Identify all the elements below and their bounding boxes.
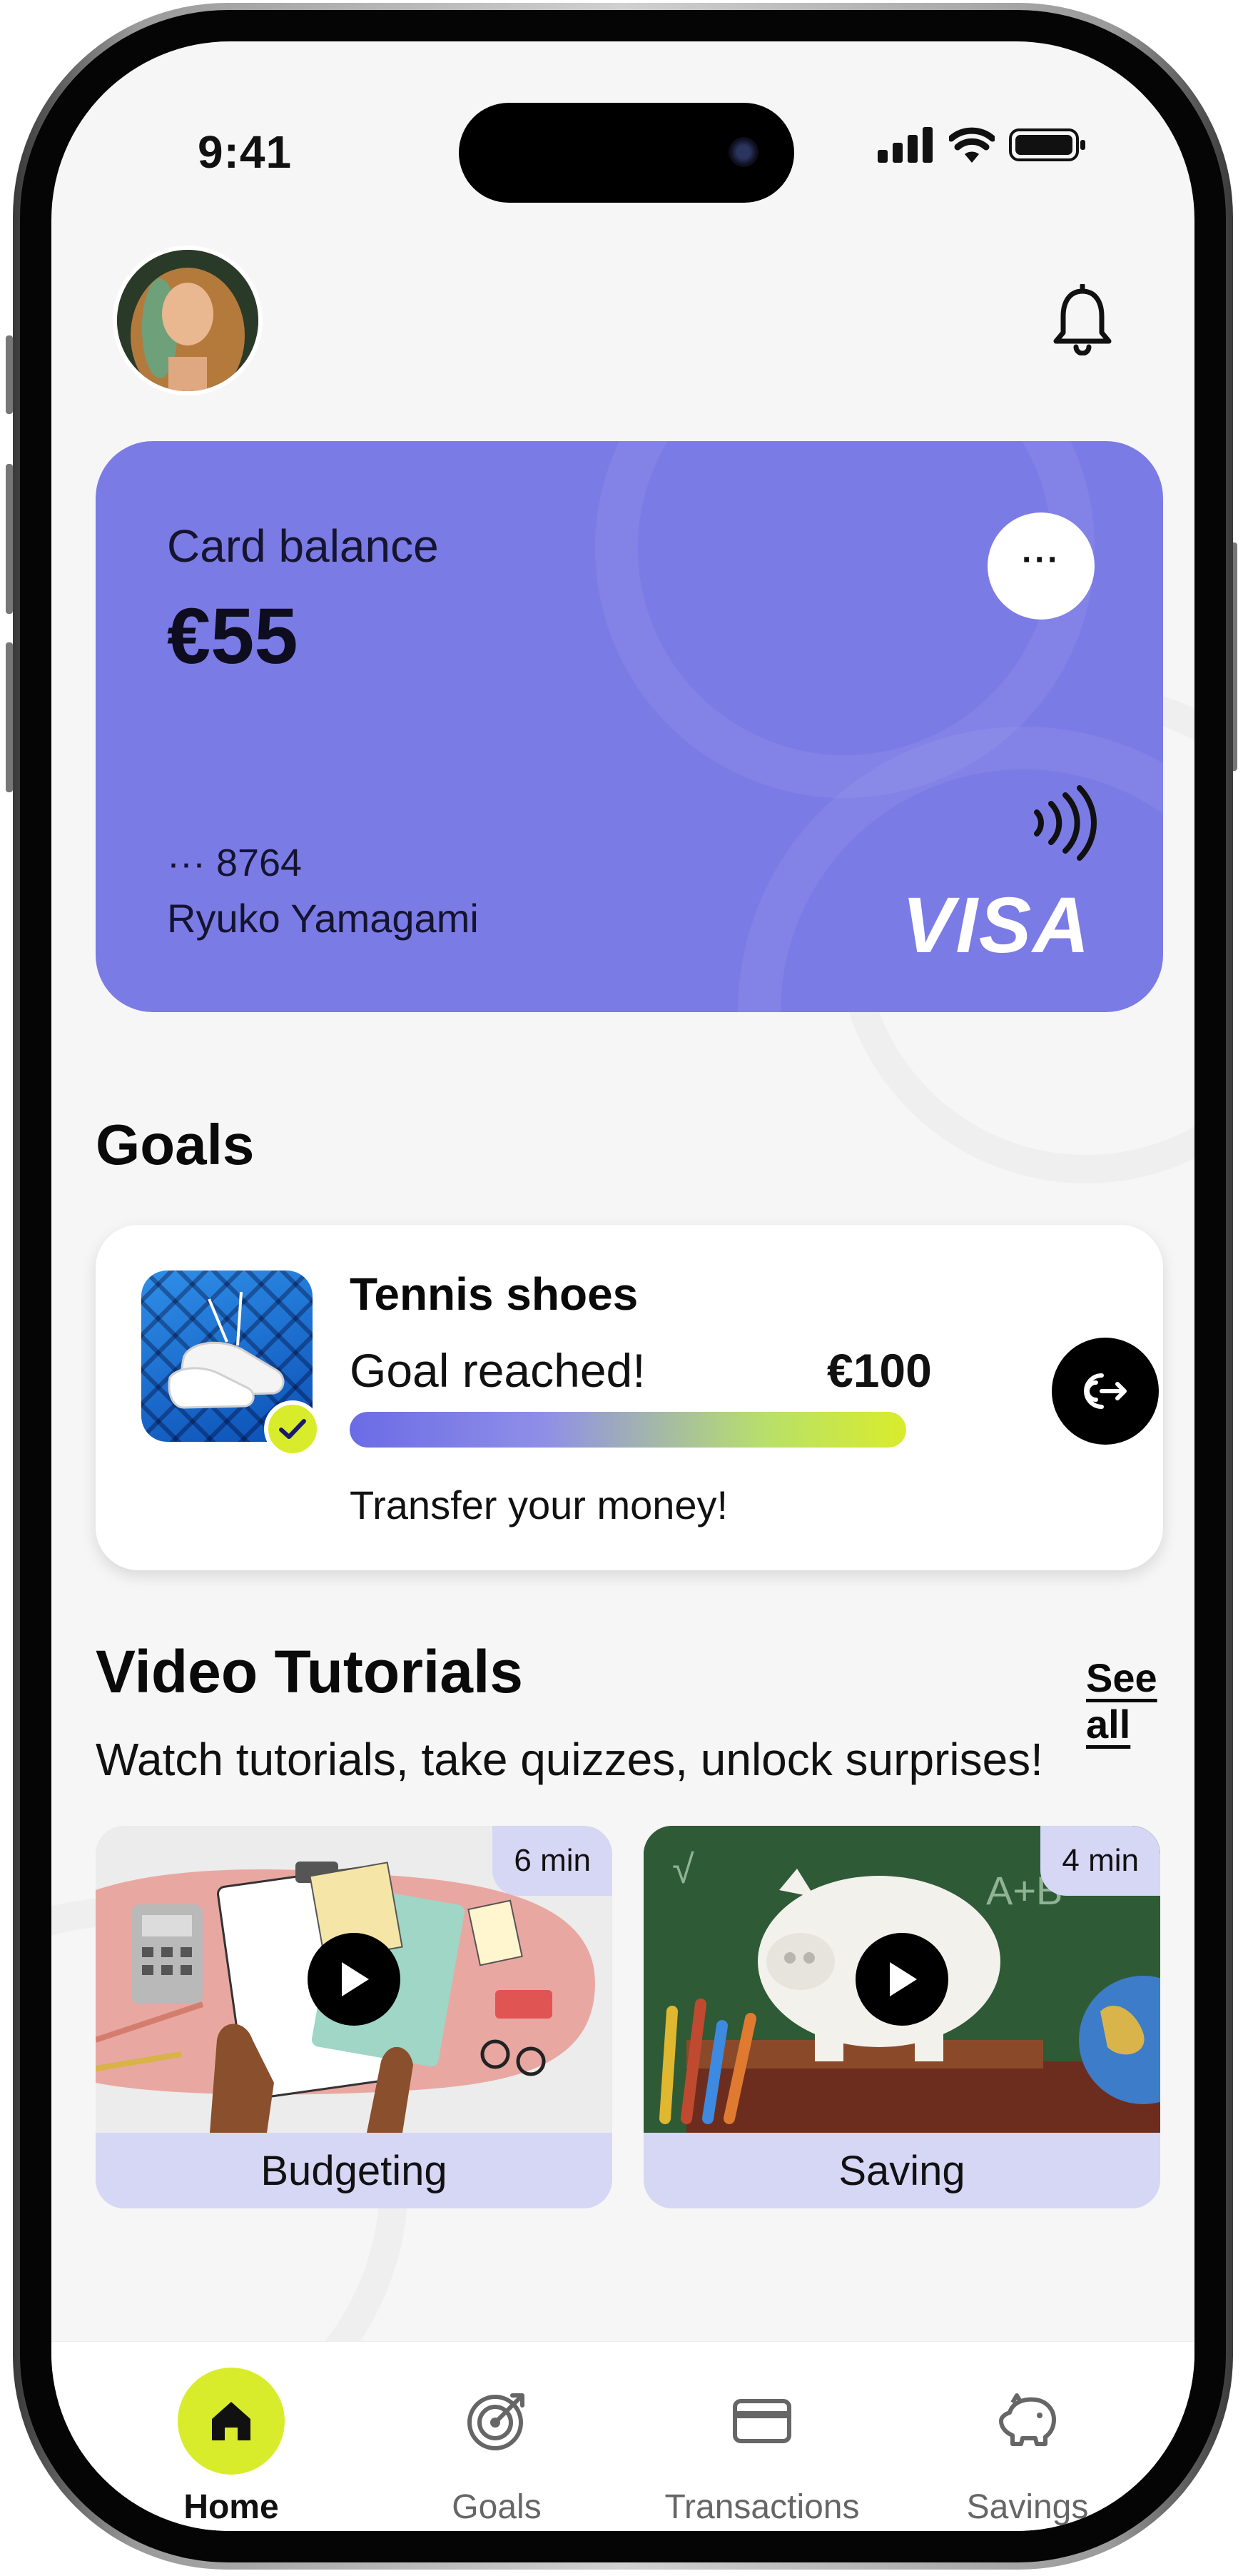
goal-complete-check-icon xyxy=(264,1400,321,1458)
home-icon xyxy=(212,2402,250,2440)
goal-status: Goal reached! xyxy=(350,1344,646,1397)
phone-bezel: 9:41 Card balance €55 ··· ··· 8764 Ryuko… xyxy=(20,10,1226,2562)
nav-label-transactions: Transactions xyxy=(664,2488,860,2526)
silent-switch xyxy=(6,335,13,414)
video-thumbnail: √ A+B 4 min xyxy=(644,1826,1160,2133)
battery-icon xyxy=(1009,128,1085,161)
goals-section-title: Goals xyxy=(96,1113,255,1176)
card-holder-name: Ryuko Yamagami xyxy=(167,896,479,941)
dynamic-island xyxy=(459,103,794,203)
bell-icon[interactable] xyxy=(1050,284,1115,355)
balance-card[interactable]: Card balance €55 ··· ··· 8764 Ryuko Yama… xyxy=(96,441,1163,1012)
visa-logo: VISA xyxy=(902,882,1091,969)
transfer-button[interactable] xyxy=(1052,1338,1159,1445)
nav-label-goals: Goals xyxy=(452,2488,542,2526)
card-number: ··· 8764 xyxy=(167,842,303,884)
play-icon xyxy=(342,1962,369,1996)
nav-item-savings[interactable]: Savings xyxy=(920,2368,1135,2531)
video-title: Budgeting xyxy=(96,2133,612,2208)
card-more-button[interactable]: ··· xyxy=(988,512,1095,620)
signal-icon xyxy=(878,127,933,163)
wifi-icon xyxy=(949,127,995,163)
nav-item-goals[interactable]: Goals xyxy=(390,2368,604,2531)
see-all-link[interactable]: See all xyxy=(1086,1655,1194,1747)
volume-up-button xyxy=(6,464,13,614)
nfc-icon xyxy=(1034,785,1097,861)
video-duration-badge: 4 min xyxy=(1040,1826,1160,1896)
video-card-budgeting[interactable]: 6 min Budgeting xyxy=(96,1826,612,2208)
status-bar: 9:41 xyxy=(51,41,1194,213)
video-thumbnail: 6 min xyxy=(96,1826,612,2133)
play-button[interactable] xyxy=(308,1933,400,2026)
transfer-icon xyxy=(1084,1373,1127,1409)
video-card-saving[interactable]: √ A+B 4 min Saving xyxy=(644,1826,1160,2208)
goal-amount: €100 xyxy=(827,1344,932,1397)
goal-thumbnail xyxy=(141,1271,321,1458)
svg-text:√: √ xyxy=(672,1847,694,1891)
piggy-bank-icon xyxy=(999,2393,1056,2446)
tutorials-section-title: Video Tutorials xyxy=(96,1638,523,1705)
goal-progress-bar xyxy=(350,1412,906,1448)
nav-label-savings: Savings xyxy=(966,2488,1089,2526)
target-icon xyxy=(467,2393,524,2450)
nav-transactions-icon-wrap xyxy=(709,2368,816,2475)
tutorials-subtitle: Watch tutorials, take quizzes, unlock su… xyxy=(96,1734,1043,1785)
volume-down-button xyxy=(6,642,13,792)
bottom-navigation: Home Goals Transactions Savings xyxy=(51,2341,1194,2531)
avatar[interactable] xyxy=(113,246,263,395)
play-button[interactable] xyxy=(856,1933,948,2026)
video-duration-badge: 6 min xyxy=(492,1826,612,1896)
phone-frame: 9:41 Card balance €55 ··· ··· 8764 Ryuko… xyxy=(13,3,1233,2570)
card-icon xyxy=(733,2399,791,2443)
goal-action-text: Transfer your money! xyxy=(350,1483,729,1527)
goal-card[interactable]: Tennis shoes Goal reached! €100 Transfer… xyxy=(96,1225,1163,1570)
avatar-portrait xyxy=(117,250,258,391)
play-icon xyxy=(890,1962,917,1996)
card-balance-amount: €55 xyxy=(167,592,298,680)
nav-item-transactions[interactable]: Transactions xyxy=(655,2368,869,2531)
nav-label-home: Home xyxy=(183,2488,279,2526)
card-balance-label: Card balance xyxy=(167,520,439,572)
nav-item-home[interactable]: Home xyxy=(124,2368,338,2531)
nav-home-icon-wrap xyxy=(178,2368,285,2475)
status-icons xyxy=(878,127,1087,163)
video-title: Saving xyxy=(644,2133,1160,2208)
app-screen: 9:41 Card balance €55 ··· ··· 8764 Ryuko… xyxy=(51,41,1194,2531)
front-camera xyxy=(729,137,759,167)
nav-savings-icon-wrap xyxy=(974,2368,1081,2475)
status-time: 9:41 xyxy=(198,126,293,178)
nav-goals-icon-wrap xyxy=(443,2368,550,2475)
goal-progress-fill xyxy=(350,1412,906,1448)
goal-name: Tennis shoes xyxy=(350,1268,639,1320)
